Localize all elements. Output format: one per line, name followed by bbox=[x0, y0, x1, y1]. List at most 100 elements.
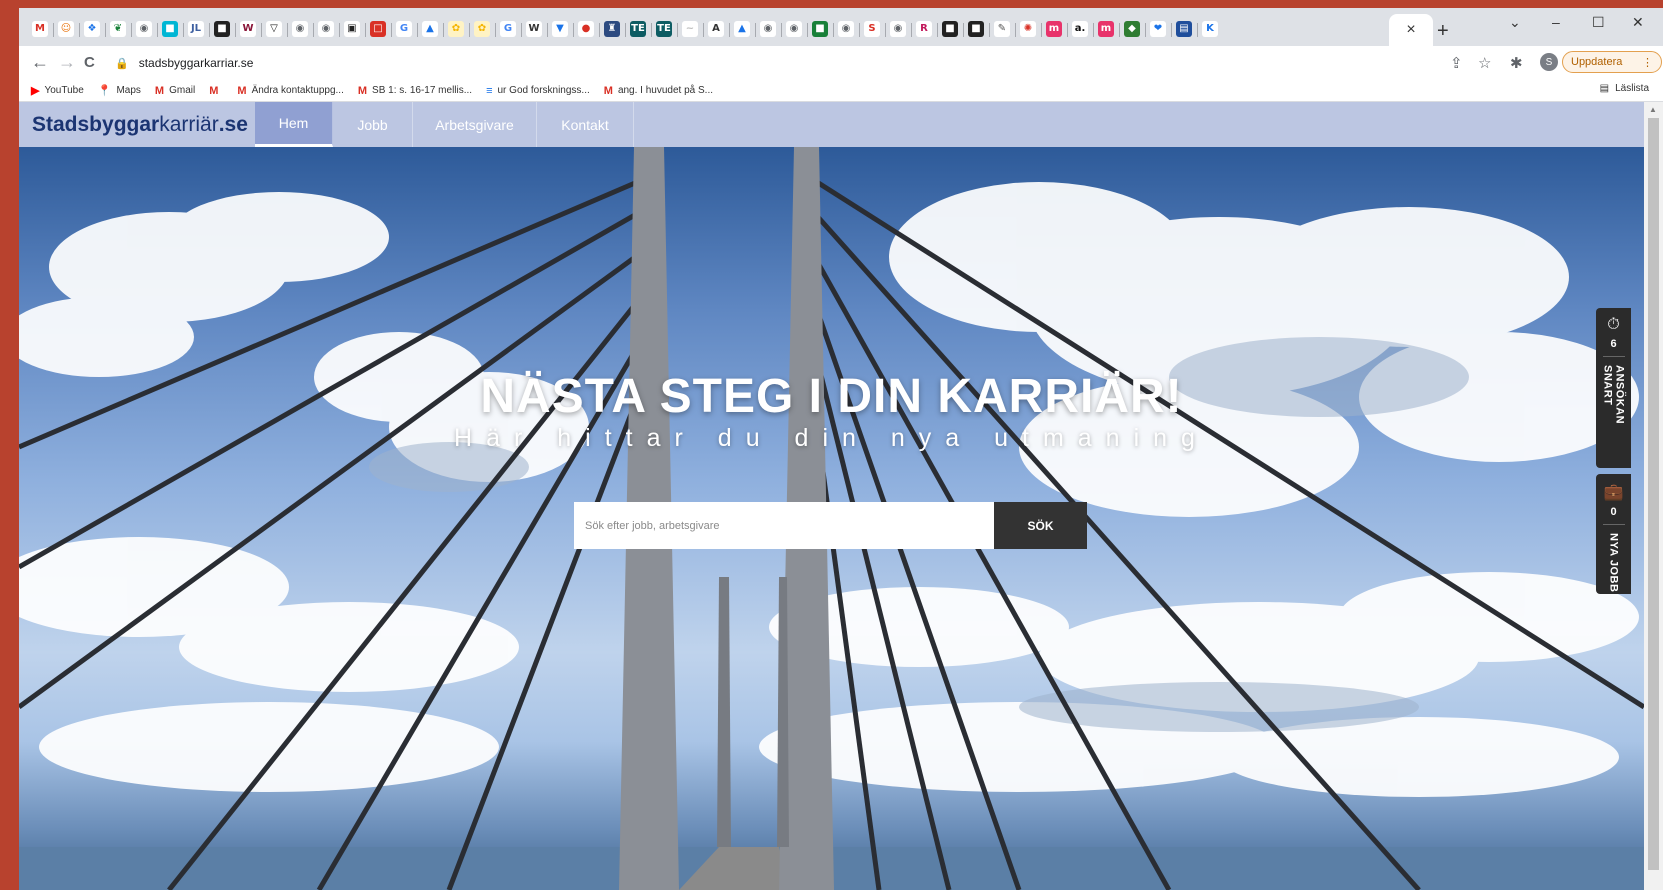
pinned-tab[interactable]: G bbox=[391, 15, 417, 43]
pinned-tab[interactable]: ❖ bbox=[79, 15, 105, 43]
bookmark-label: Gmail bbox=[169, 85, 196, 96]
bookmark-label: YouTube bbox=[44, 85, 84, 96]
nav-home[interactable]: Hem bbox=[255, 102, 333, 147]
red-circle-icon: ● bbox=[578, 21, 594, 37]
pinned-tab[interactable]: ■ bbox=[209, 15, 235, 43]
pinned-tab[interactable]: ❤ bbox=[1145, 15, 1171, 43]
pinned-tab[interactable]: ✎ bbox=[989, 15, 1015, 43]
bookmark-item[interactable]: 📍 Maps bbox=[98, 84, 141, 97]
tab-search-icon[interactable]: ⌄ bbox=[1509, 14, 1521, 31]
address-bar[interactable]: 🔒 stadsbyggarkarriar.se bbox=[115, 50, 1415, 76]
pinned-tab[interactable]: ▽ bbox=[261, 15, 287, 43]
pinned-tab[interactable]: W bbox=[235, 15, 261, 43]
apply-soon-widget[interactable]: ⏱ 6 ANSÖKAN SNART bbox=[1596, 308, 1631, 468]
pinned-tab[interactable]: ◆ bbox=[1119, 15, 1145, 43]
reading-list-button[interactable]: ▤ Läslista bbox=[1600, 83, 1649, 94]
pinned-tab[interactable]: S bbox=[859, 15, 885, 43]
bookmark-item[interactable]: M SB 1: s. 16-17 mellis... bbox=[358, 85, 472, 97]
hero-title: NÄSTA STEG I DIN KARRIÄR! bbox=[480, 370, 1183, 423]
pinned-tab[interactable]: ♜ bbox=[599, 15, 625, 43]
gmail-icon: M bbox=[237, 84, 247, 97]
pinned-tab[interactable]: ◉ bbox=[755, 15, 781, 43]
nav-contact[interactable]: Kontakt bbox=[537, 102, 634, 147]
pinned-tab[interactable]: W bbox=[521, 15, 547, 43]
star-icon[interactable]: ☆ bbox=[1478, 54, 1491, 72]
nav-jobs[interactable]: Jobb bbox=[333, 102, 413, 147]
pinned-tab[interactable]: ✺ bbox=[1015, 15, 1041, 43]
pinned-tab[interactable]: ■ bbox=[937, 15, 963, 43]
pinned-tab[interactable]: ■ bbox=[963, 15, 989, 43]
pinned-tab[interactable]: m bbox=[1093, 15, 1119, 43]
pinned-tab[interactable]: ▲ bbox=[417, 15, 443, 43]
bookmark-item[interactable]: M Gmail bbox=[155, 85, 195, 97]
pinned-tab[interactable]: ~ bbox=[677, 15, 703, 43]
pinned-tab[interactable]: ▼ bbox=[547, 15, 573, 43]
bookmark-item[interactable]: M bbox=[209, 85, 223, 97]
pinned-tab[interactable]: ▣ bbox=[339, 15, 365, 43]
site-logo[interactable]: Stadsbyggar karriär .se bbox=[19, 102, 255, 147]
letter-s-icon: S bbox=[864, 21, 880, 37]
menu-dots-icon: ⋮ bbox=[1642, 56, 1653, 69]
cup-icon: ▣ bbox=[344, 21, 360, 37]
globe-icon: ◉ bbox=[890, 21, 906, 37]
new-jobs-widget[interactable]: 💼 0 NYA JOBB bbox=[1596, 474, 1631, 594]
extensions-icon[interactable]: ✱ bbox=[1510, 54, 1523, 72]
page-scrollbar[interactable]: ▲ bbox=[1644, 102, 1663, 890]
active-tab[interactable]: × bbox=[1389, 14, 1433, 46]
pinned-tab[interactable]: ◉ bbox=[131, 15, 157, 43]
scroll-up-icon[interactable]: ▲ bbox=[1649, 105, 1657, 114]
reading-list-label: Läslista bbox=[1615, 83, 1649, 94]
pinned-tab[interactable]: m bbox=[1041, 15, 1067, 43]
profile-avatar[interactable]: S bbox=[1540, 53, 1558, 71]
pinned-tab[interactable]: ❦ bbox=[105, 15, 131, 43]
pinned-tab[interactable]: A bbox=[703, 15, 729, 43]
pinned-tab[interactable]: K bbox=[1197, 15, 1223, 43]
pinned-tab[interactable]: R bbox=[911, 15, 937, 43]
pinned-tab[interactable]: ◉ bbox=[833, 15, 859, 43]
update-button[interactable]: Uppdatera ⋮ bbox=[1562, 51, 1662, 73]
browser-window: M ☺ ❖ ❦ ◉ ■ JL ■ W ▽ ◉ ◉ ▣ □ G ▲ ✿ ✿ G W ▼ ● ♜ TE TE ~ A ▲ ◉ ◉ ■ ◉ S ◉ R ■ ■… bbox=[19, 8, 1663, 890]
scroll-thumb[interactable] bbox=[1648, 118, 1659, 870]
pinned-tab[interactable]: JL bbox=[183, 15, 209, 43]
pinned-tab[interactable]: TE bbox=[651, 15, 677, 43]
pinned-tab[interactable]: ■ bbox=[807, 15, 833, 43]
bookmark-item[interactable]: ▶ YouTube bbox=[31, 84, 84, 97]
pinned-tab[interactable]: G bbox=[495, 15, 521, 43]
share-icon[interactable]: ⇪ bbox=[1450, 54, 1463, 72]
maximize-button[interactable]: ☐ bbox=[1592, 14, 1605, 31]
search-input[interactable] bbox=[574, 502, 994, 549]
pinned-tab[interactable]: ◉ bbox=[885, 15, 911, 43]
search-button[interactable]: SÖK bbox=[994, 502, 1087, 549]
pinned-tab[interactable]: ☺ bbox=[53, 15, 79, 43]
pinned-tab[interactable]: a. bbox=[1067, 15, 1093, 43]
heart-icon: ❤ bbox=[1150, 21, 1166, 37]
pinned-tab[interactable]: □ bbox=[365, 15, 391, 43]
nav-employers[interactable]: Arbetsgivare bbox=[413, 102, 537, 147]
pinned-tab[interactable]: ✿ bbox=[443, 15, 469, 43]
url-text[interactable]: stadsbyggarkarriar.se bbox=[139, 56, 254, 70]
new-tab-button[interactable]: + bbox=[1437, 20, 1449, 43]
bookmark-item[interactable]: ≡ ur God forskningss... bbox=[486, 85, 590, 97]
bookmark-item[interactable]: M Ändra kontaktuppg... bbox=[237, 85, 343, 97]
reload-button[interactable]: C bbox=[84, 54, 95, 71]
pinned-tab[interactable]: ▤ bbox=[1171, 15, 1197, 43]
forward-button[interactable]: → bbox=[58, 52, 76, 73]
pinned-tab[interactable]: ▲ bbox=[729, 15, 755, 43]
bookmark-icon: ▼ bbox=[552, 21, 568, 37]
close-window-button[interactable]: ✕ bbox=[1632, 14, 1644, 31]
jl-icon: JL bbox=[188, 21, 204, 37]
pinned-tab[interactable]: ◉ bbox=[313, 15, 339, 43]
pinned-tab[interactable]: ● bbox=[573, 15, 599, 43]
back-button[interactable]: ← bbox=[31, 52, 49, 73]
bookmark-item[interactable]: Mang. I huvudet på S... bbox=[604, 85, 713, 97]
globe-icon: ◉ bbox=[760, 21, 776, 37]
minimize-button[interactable]: – bbox=[1552, 14, 1560, 30]
pinned-tab[interactable]: ✿ bbox=[469, 15, 495, 43]
pinned-tab[interactable]: ◉ bbox=[287, 15, 313, 43]
close-tab-icon[interactable]: × bbox=[1406, 21, 1415, 39]
pinned-tab[interactable]: M bbox=[27, 15, 53, 43]
pinned-tab[interactable]: ■ bbox=[157, 15, 183, 43]
chat-icon: ■ bbox=[162, 21, 178, 37]
pinned-tab[interactable]: ◉ bbox=[781, 15, 807, 43]
pinned-tab[interactable]: TE bbox=[625, 15, 651, 43]
